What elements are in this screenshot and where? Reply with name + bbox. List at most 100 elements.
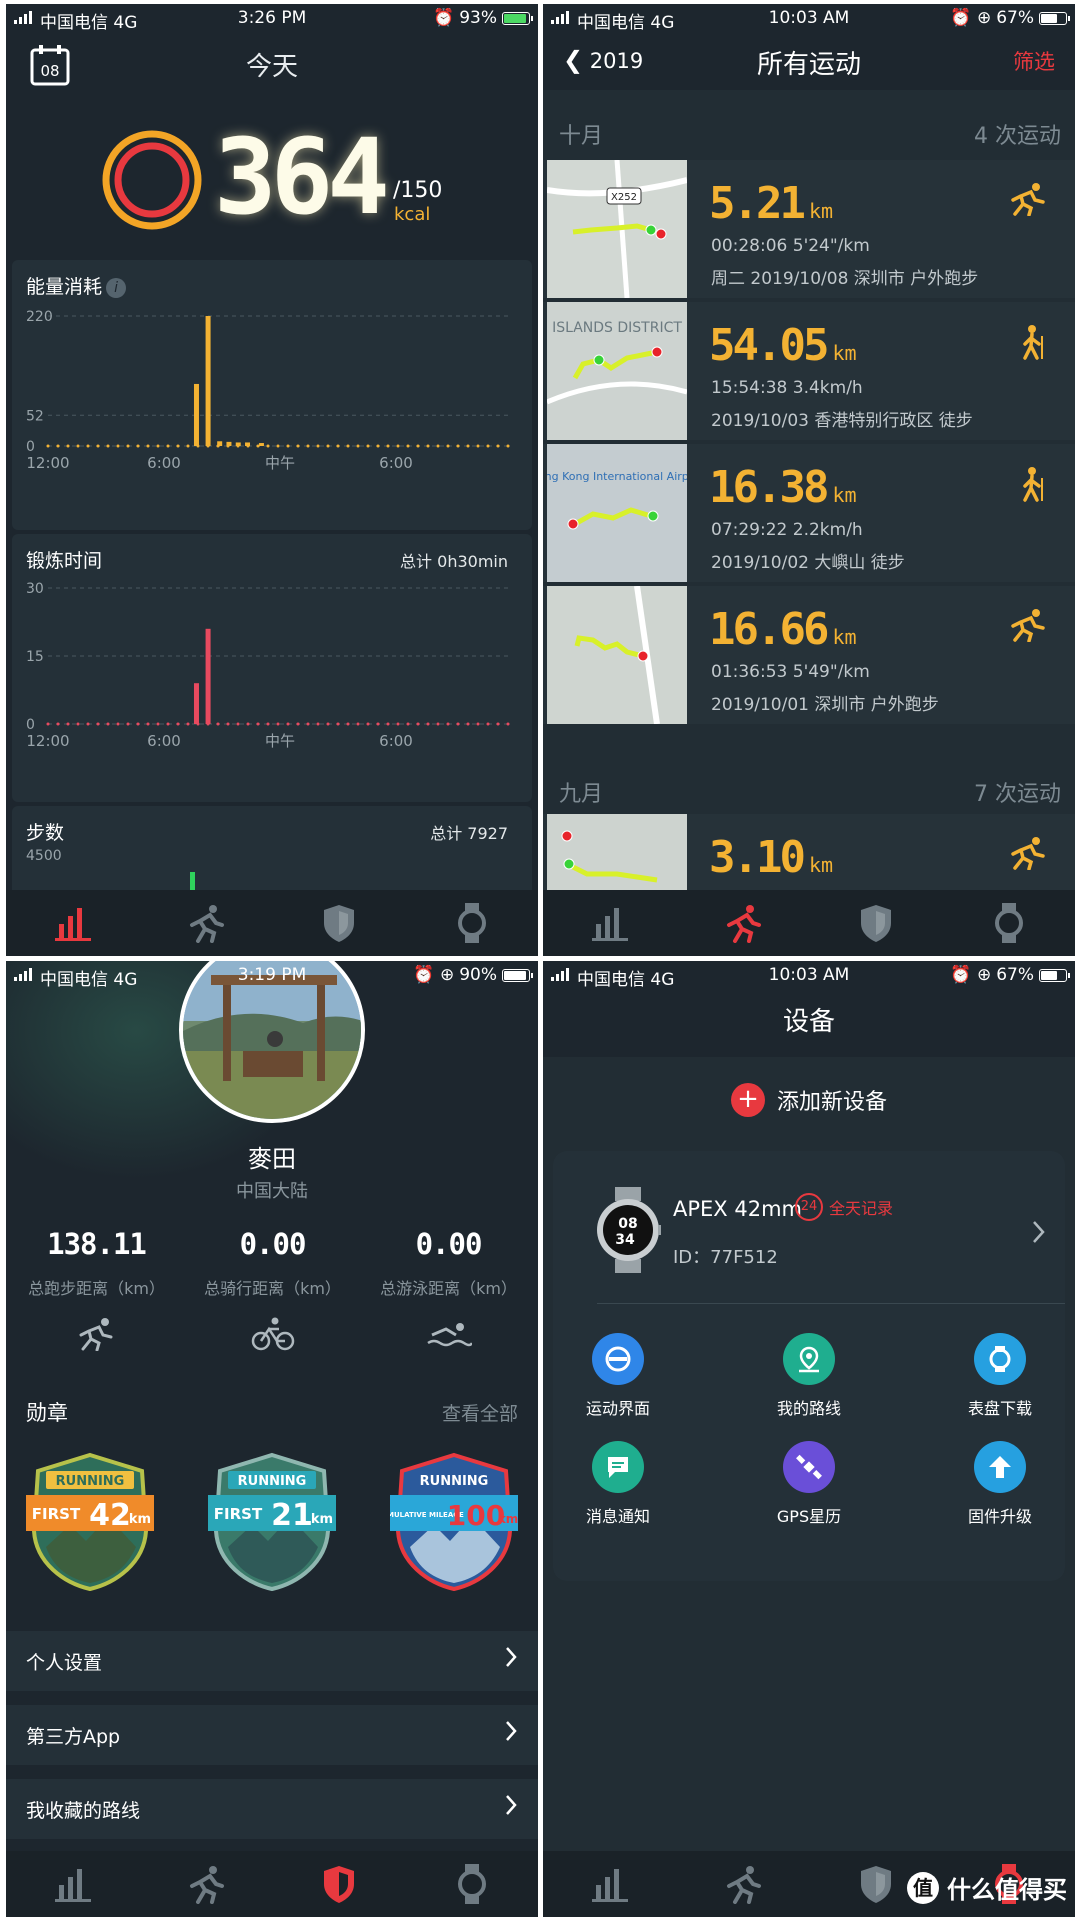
shield-icon (323, 1866, 354, 1903)
row-label: 我收藏的路线 (26, 1800, 141, 1822)
baseline-dot (56, 444, 60, 448)
tab-activities[interactable] (176, 893, 236, 953)
watch-face-bottom: 34 (615, 1232, 635, 1248)
baseline-dot (476, 722, 480, 726)
baseline-dot (456, 722, 460, 726)
tab-device[interactable] (979, 893, 1039, 953)
battery-icon (1039, 11, 1070, 25)
sport-screen-icon (592, 1333, 644, 1385)
tab-stats[interactable] (43, 1854, 103, 1914)
baseline-dot (176, 444, 180, 448)
tab-device[interactable] (442, 893, 502, 953)
tab-profile[interactable] (846, 893, 906, 953)
steps-card[interactable]: 步数 总计 7927 4500 (12, 806, 532, 896)
medal-sub: FIRST (214, 1505, 263, 1523)
medal-top: RUNNING (56, 1474, 125, 1489)
month-count: 4 次运动 (974, 124, 1061, 149)
tab-profile[interactable] (309, 893, 369, 953)
activity-duration-pace: 15:54:38 3.4km/h (711, 378, 863, 398)
filter-button[interactable]: 筛选 (1013, 46, 1055, 76)
tab-activities[interactable] (713, 1854, 773, 1914)
feature-firmware-upgrade[interactable]: 固件升级 (915, 1441, 1075, 1527)
feature-watchface-download[interactable]: 表盘下载 (915, 1333, 1075, 1419)
chevron-right-icon (506, 1721, 517, 1741)
steps-total: 总计 7927 (430, 824, 508, 843)
feature-label: 我的路线 (776, 1399, 841, 1418)
user-region: 中国大陆 (236, 1181, 308, 1202)
exercise-chart: 30 15 012:00 6:00 中午 6:00 (26, 581, 512, 750)
medal-unit: km (498, 1512, 518, 1526)
x-tick-label: 6:00 (379, 454, 413, 472)
baseline-dot (486, 444, 490, 448)
baseline-dot (136, 722, 140, 726)
baseline-dot (136, 444, 140, 448)
runner-icon (1011, 609, 1045, 642)
feature-my-routes[interactable]: 我的路线 (724, 1333, 894, 1419)
feature-notifications[interactable]: 消息通知 (543, 1441, 703, 1527)
exercise-card[interactable]: 锻炼时间 总计 0h30min 30 15 0 12:00 6:00 中午 6:00 (12, 534, 532, 802)
chart-bar (245, 442, 251, 446)
third-party-app-row[interactable]: 第三方App (6, 1705, 538, 1765)
route-map (547, 586, 687, 724)
x-tick-label: 6:00 (147, 732, 181, 750)
baseline-dot (316, 722, 320, 726)
medal-km: 100 (447, 1499, 505, 1532)
add-device-button[interactable]: + 添加新设备 (543, 1083, 1075, 1117)
activity-distance: 54.05 km (709, 320, 857, 371)
bar-chart-icon (54, 908, 91, 941)
baseline-dot (176, 722, 180, 726)
baseline-dot (416, 444, 420, 448)
baseline-dot (266, 444, 270, 448)
feature-sport-screen[interactable]: 运动界面 (543, 1333, 703, 1419)
activity-item[interactable]: ISLANDS DISTRICT 54.05 km 15:54:38 3.4km/… (543, 302, 1075, 440)
tab-profile[interactable] (309, 1854, 369, 1914)
tab-profile[interactable] (846, 1854, 906, 1914)
tab-stats[interactable] (580, 893, 640, 953)
hiker-icon (1023, 467, 1043, 502)
baseline-dot (336, 722, 340, 726)
baseline-dot (396, 444, 400, 448)
activity-item[interactable]: X252 5.21 km 00:28:06 5'24"/km 周二 2019/10… (543, 160, 1075, 298)
profile-screen: 中国电信 4G 3:19 PM ⏰ ⊕ 90% 麥田 中国大陆 138.11 总… (6, 961, 538, 1917)
energy-card[interactable]: 能量消耗 i 220 52 0 12:00 6:00 中午 6:00 (12, 260, 532, 530)
activity-item[interactable]: Hong Kong International Airport 16.38km … (543, 444, 1075, 582)
badge-24-icon: 24 (795, 1193, 823, 1221)
watch-icon (994, 903, 1023, 943)
baseline-dot (66, 444, 70, 448)
baseline-dot (86, 722, 90, 726)
route-map: ISLANDS DISTRICT (547, 302, 687, 440)
baseline-dot (236, 722, 240, 726)
chevron-right-icon (506, 1795, 517, 1815)
chevron-right-icon[interactable] (1031, 1219, 1047, 1245)
activity-ring (102, 130, 202, 230)
stat-cycling: 0.00 总骑行距离（km） (184, 1227, 361, 1351)
nav-bar: ❮ 2019 所有运动 筛选 (543, 40, 1075, 80)
activity-item[interactable]: 16.66 km 01:36:53 5'49"/km 2019/10/01 深圳市… (543, 586, 1075, 724)
shield-icon (860, 1866, 891, 1903)
tab-stats[interactable] (580, 1854, 640, 1914)
tab-activities[interactable] (176, 1854, 236, 1914)
tab-device[interactable] (442, 1854, 502, 1914)
medal-cumulative-100km[interactable]: RUNNING CUMULATIVE MILEAGE 100 km (390, 1451, 518, 1591)
baseline-dot (296, 722, 300, 726)
stat-label: 总骑行距离（km） (204, 1279, 341, 1298)
baseline-dot (46, 722, 50, 726)
settings-row[interactable]: 个人设置 (6, 1631, 538, 1691)
tab-activities[interactable] (713, 893, 773, 953)
saved-routes-row[interactable]: 我收藏的路线 (6, 1779, 538, 1839)
medal-first-42km[interactable]: RUNNING FIRST 42 km (26, 1451, 154, 1591)
y-tick-label: 30 (26, 581, 44, 597)
medal-first-21km[interactable]: RUNNING FIRST 21 km (208, 1451, 336, 1591)
battery-percent: 90% (459, 965, 497, 985)
baseline-dot (306, 722, 310, 726)
tab-stats[interactable] (43, 893, 103, 953)
view-all-link[interactable]: 查看全部 (442, 1399, 518, 1426)
feature-gps-ephemeris[interactable]: GPS星历 (724, 1441, 894, 1527)
x-tick-label: 12:00 (26, 732, 69, 750)
stat-running: 138.11 总跑步距离（km） (8, 1227, 185, 1351)
baseline-dot (386, 722, 390, 726)
watch-image: 08 34 (597, 1187, 661, 1273)
baseline-dot (306, 444, 310, 448)
feature-label: 表盘下载 (967, 1399, 1032, 1418)
swimmer-icon (426, 1323, 472, 1347)
